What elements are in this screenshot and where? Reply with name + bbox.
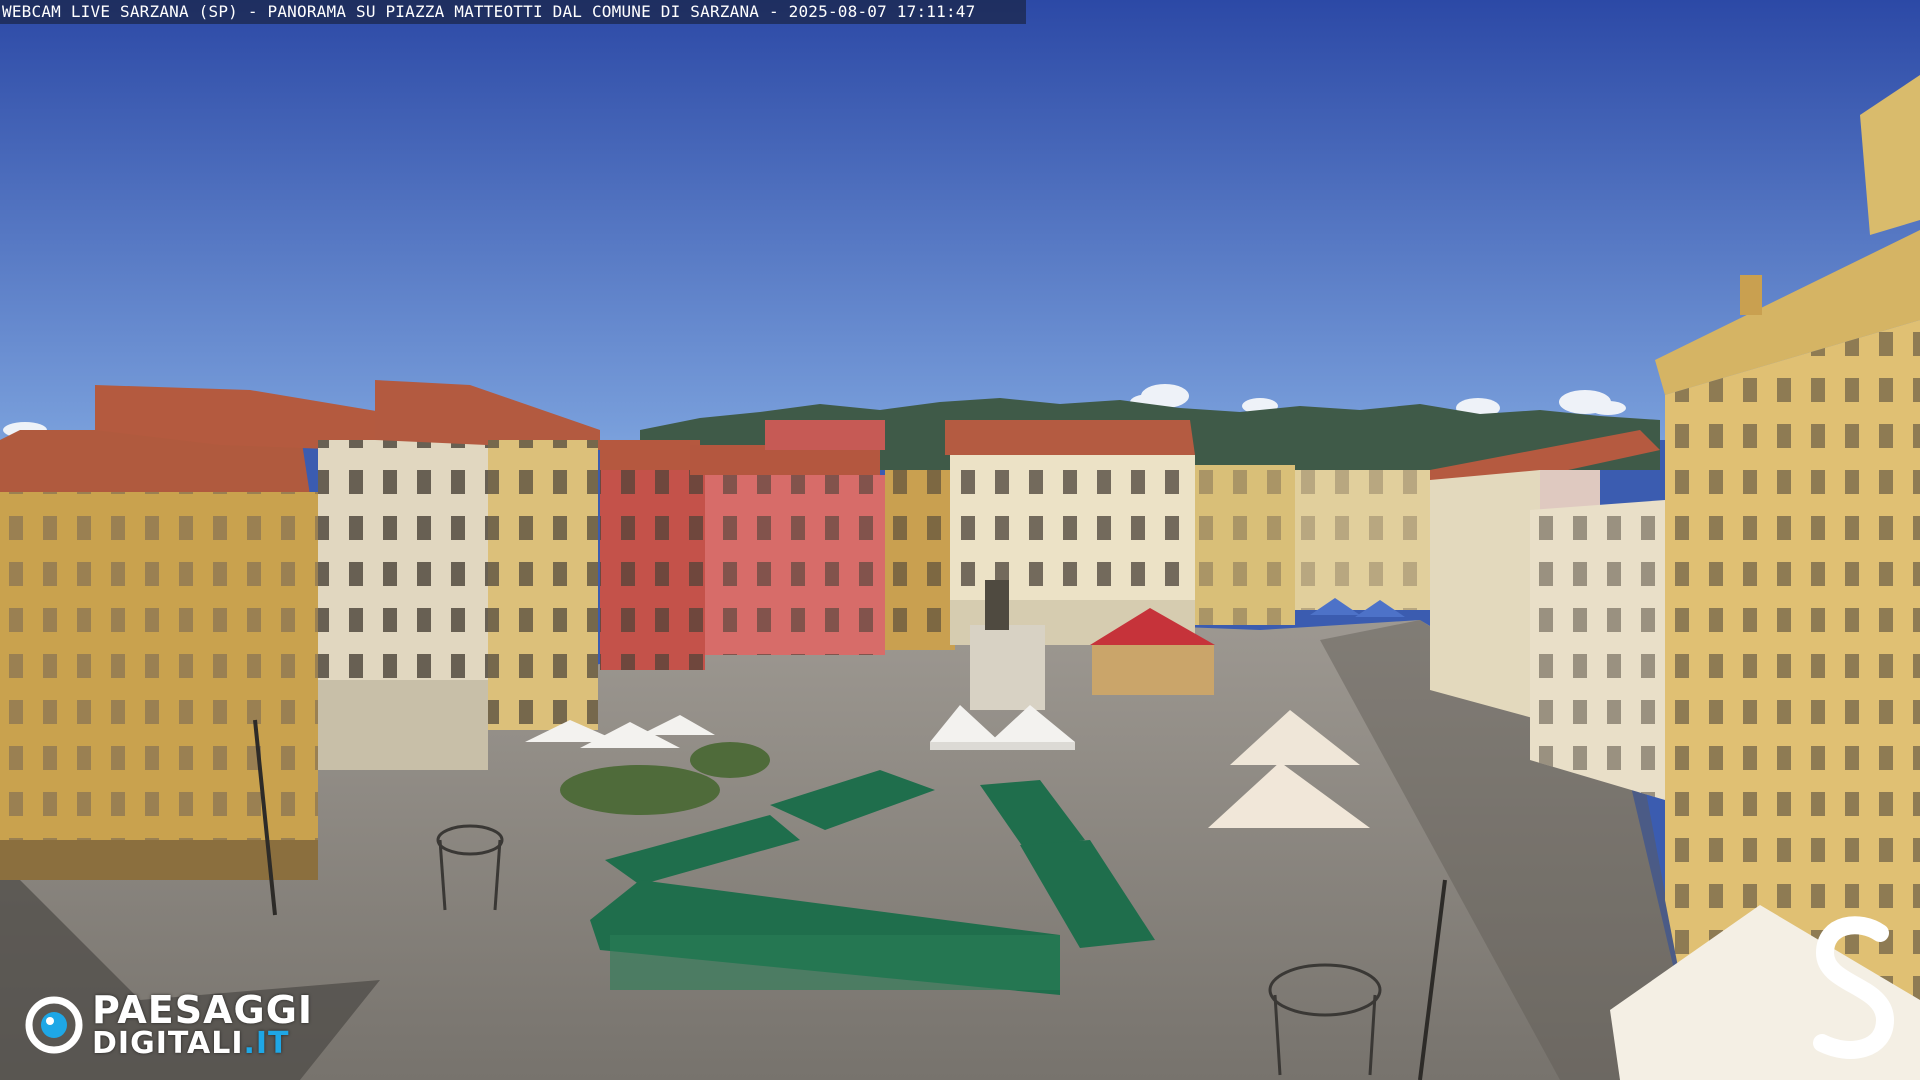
logo-text-digitali-main: DIGITALI (92, 1026, 244, 1061)
webcam-caption: WEBCAM LIVE SARZANA (SP) - PANORAMA SU P… (0, 0, 1026, 24)
logo-text-tld: .IT (243, 1026, 290, 1061)
building-ochre-mid (885, 470, 955, 650)
building-distant (1195, 465, 1435, 625)
building-ochre-left (0, 430, 318, 880)
building-pink (690, 420, 885, 655)
building-cream-center (945, 420, 1195, 645)
logo-text-paesaggi: PAESAGGI (92, 988, 314, 1032)
webcam-scene (0, 0, 1920, 1080)
building-red (600, 440, 705, 670)
logo-text-digitali: DIGITALI.IT (92, 1028, 290, 1060)
eye-icon (25, 996, 83, 1054)
sky (0, 0, 1920, 440)
s-logo (1813, 916, 1895, 1059)
